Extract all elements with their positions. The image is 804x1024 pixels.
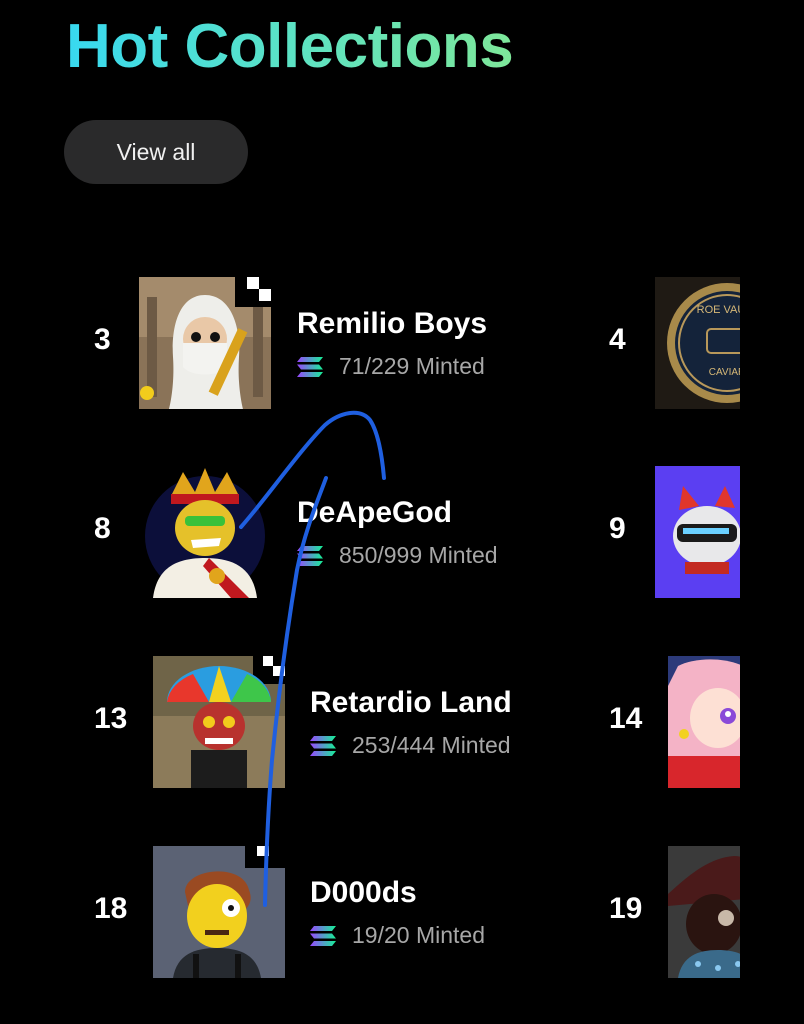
minted-count: 71/229 Minted — [297, 353, 485, 380]
minted-count: 850/999 Minted — [297, 542, 498, 569]
solana-icon — [310, 735, 336, 756]
rank-number: 19 — [609, 892, 643, 925]
page-title: Hot Collections — [66, 10, 514, 84]
minted-count: 253/444 Minted — [310, 732, 511, 759]
rank-number: 18 — [94, 892, 128, 925]
view-all-button[interactable]: View all — [64, 120, 248, 184]
collection-name[interactable]: Remilio Boys — [297, 307, 487, 341]
rank-number: 9 — [609, 512, 626, 545]
solana-icon — [297, 356, 323, 377]
rank-number: 13 — [94, 702, 128, 735]
robot-knight-thumbnail-icon[interactable] — [655, 466, 740, 598]
retardio-land-thumbnail-icon[interactable] — [153, 656, 285, 788]
collection-name[interactable]: Retardio Land — [310, 686, 512, 720]
d000ds-thumbnail-icon[interactable] — [153, 846, 285, 978]
collection-row: 3 Remilio Boys 71/229 Minted 4 ROE VA CA… — [0, 277, 804, 409]
collection-row: 13 Retardio Land 253/444 Minted 14 — [0, 656, 804, 788]
deapegod-thumbnail-icon[interactable] — [139, 466, 271, 598]
solana-icon — [310, 925, 336, 946]
roe-vault-caviar-thumbnail-icon[interactable]: ROE VAULT CAVIAR — [655, 277, 740, 409]
svg-text:ROE VAULT: ROE VAULT — [697, 304, 740, 316]
rank-number: 8 — [94, 512, 111, 545]
remilio-boys-thumbnail-icon[interactable] — [139, 277, 271, 409]
svg-text:CAVIAR: CAVIAR — [709, 367, 740, 378]
solana-icon — [297, 545, 323, 566]
hat-character-thumbnail-icon[interactable] — [668, 846, 740, 978]
minted-count: 19/20 Minted — [310, 922, 485, 949]
collection-row: 18 D000ds 19/20 Minted 19 — [0, 846, 804, 978]
anime-girl-thumbnail-icon[interactable] — [668, 656, 740, 788]
collection-row: 8 DeApeGod 850/999 Minted 9 — [0, 466, 804, 598]
rank-number: 14 — [609, 702, 643, 735]
rank-number: 3 — [94, 323, 111, 356]
collection-name[interactable]: D000ds — [310, 876, 417, 910]
collection-name[interactable]: DeApeGod — [297, 496, 452, 530]
rank-number: 4 — [609, 323, 626, 356]
